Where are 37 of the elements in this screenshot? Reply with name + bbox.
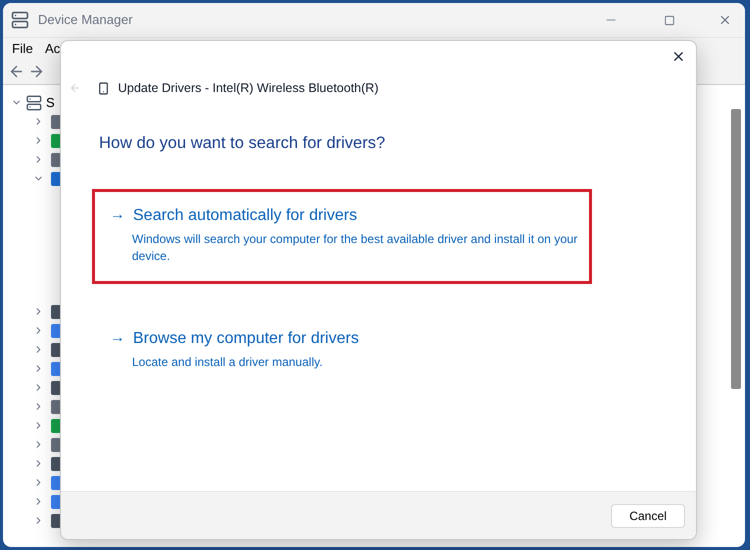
scrollbar[interactable] (731, 109, 741, 389)
device-icon (51, 380, 61, 394)
menu-item[interactable]: Ac (44, 38, 60, 58)
device-icon (51, 172, 61, 186)
option-title: Browse my computer for drivers (133, 328, 359, 348)
device-icon (51, 152, 61, 166)
dialog-title: Update Drivers - Intel(R) Wireless Bluetooth(R) (118, 80, 378, 97)
device-icon (51, 418, 61, 432)
close-icon[interactable] (671, 49, 686, 64)
back-arrow-icon[interactable] (8, 63, 25, 80)
maximize-icon[interactable] (664, 14, 675, 26)
menu-item[interactable]: File (12, 38, 33, 58)
device-icon (51, 438, 61, 452)
device-icon (51, 494, 61, 508)
device-icon (51, 514, 61, 528)
arrow-icon: → (110, 327, 125, 350)
arrow-icon: → (110, 204, 125, 227)
device-icon (51, 304, 61, 318)
device-icon (51, 134, 61, 148)
dialog-heading: How do you want to search for drivers? (99, 132, 386, 154)
device-icon (51, 324, 61, 338)
device-icon (51, 476, 61, 490)
forward-arrow-icon[interactable] (28, 63, 45, 80)
device-icon (51, 362, 61, 376)
cancel-button[interactable]: Cancel (611, 504, 685, 528)
option-title: Search automatically for drivers (133, 206, 358, 226)
device-icon (51, 456, 61, 470)
option-description: Locate and install a driver manually. (132, 354, 324, 370)
option-description: Windows will search your computer for the best available driver and install it on your device. (132, 230, 579, 264)
device-icon (51, 114, 61, 128)
device-icon (51, 342, 61, 356)
tree-item[interactable]: S (46, 92, 55, 112)
option-link[interactable]: → Search automatically for drivers Windows will search your computer for the best available driver and install it on your device. (92, 188, 592, 284)
device-icon (97, 80, 110, 96)
option-link[interactable]: → Browse my computer for drivers Locate and install a driver manually. (92, 312, 592, 390)
window-title: Device Manager (38, 11, 133, 30)
device-icon (51, 400, 61, 414)
